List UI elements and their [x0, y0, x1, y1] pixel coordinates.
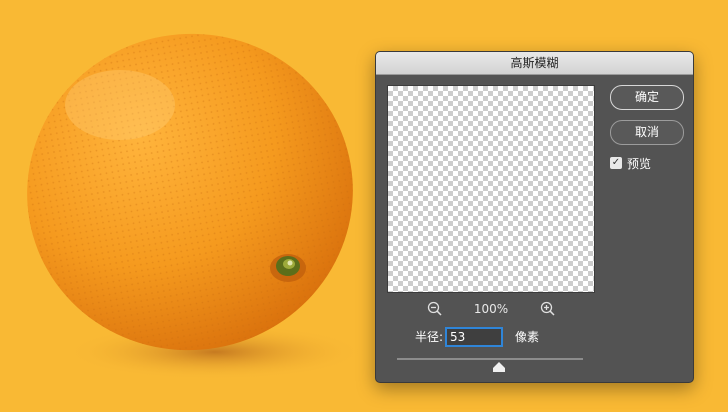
radius-unit: 像素 [515, 330, 540, 344]
radius-slider-thumb[interactable] [493, 362, 506, 372]
ok-button[interactable]: 确定 [610, 85, 684, 110]
zoom-level: 100% [473, 302, 509, 316]
preview-canvas[interactable] [387, 85, 595, 293]
preview-label: 预览 [627, 156, 652, 171]
cancel-button[interactable]: 取消 [610, 120, 684, 145]
orange-photo [27, 33, 365, 380]
zoom-in-icon[interactable] [539, 300, 557, 318]
preview-toggle[interactable]: ✓ 预览 [610, 155, 651, 171]
radius-row: 半径: 像素 [376, 326, 693, 348]
zoom-controls: 100% [387, 300, 595, 318]
preview-checkbox[interactable]: ✓ [610, 157, 622, 169]
radius-slider-track[interactable] [397, 358, 583, 360]
radius-input[interactable] [445, 327, 503, 347]
radius-label: 半径: [415, 330, 444, 344]
orange-stem [270, 254, 306, 282]
dialog-title: 高斯模糊 [376, 52, 693, 75]
gaussian-blur-dialog: 高斯模糊 确定 取消 ✓ 预览 100% 半径: 像素 [375, 51, 694, 383]
zoom-out-icon[interactable] [426, 300, 444, 318]
